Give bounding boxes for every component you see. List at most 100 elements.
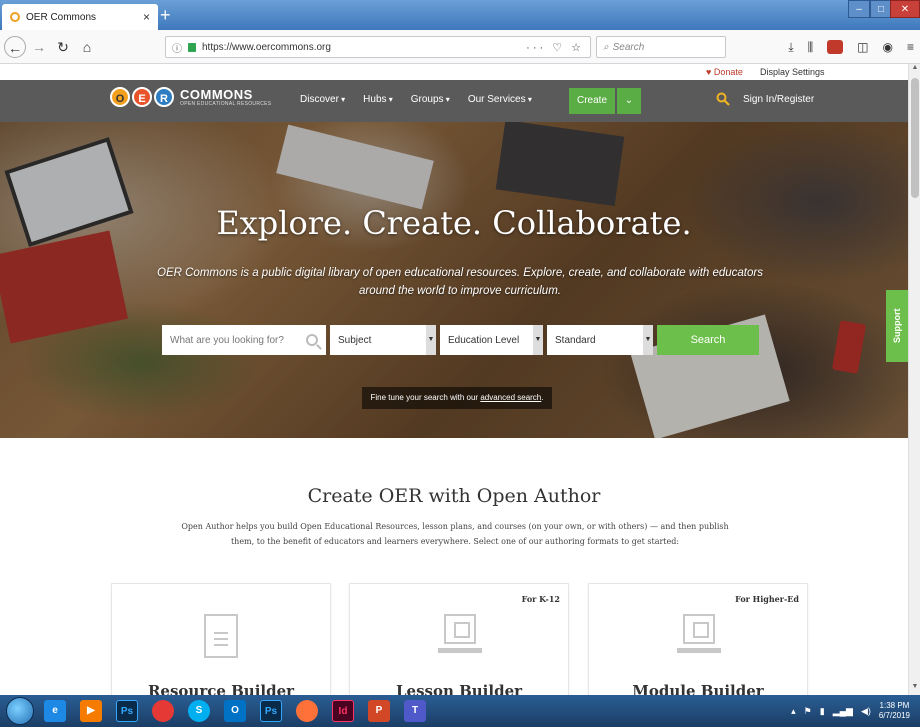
web-page: ♥ Donate Display Settings O E R COMMONS … (0, 64, 908, 695)
browser-tab[interactable]: OER Commons × (2, 4, 158, 30)
downloads-icon[interactable]: ⤓ (788, 40, 793, 55)
donate-link[interactable]: ♥ Donate (706, 67, 743, 77)
advanced-search-link[interactable]: advanced search (480, 393, 541, 402)
document-icon (204, 614, 238, 658)
volume-icon[interactable]: ◀) (861, 706, 871, 717)
indesign-icon[interactable]: Id (332, 700, 354, 722)
header-search-icon[interactable] (716, 92, 730, 106)
menu-hubs[interactable]: Hubs (363, 94, 393, 105)
browser-search-input[interactable]: ⌕ Search (596, 36, 726, 58)
back-icon[interactable]: ← (4, 36, 26, 58)
chevron-down-icon: ▼ (643, 325, 653, 355)
url-text[interactable]: https://www.oercommons.org (202, 42, 520, 53)
logo-letter-o: O (110, 87, 130, 107)
menu-icon[interactable]: ≡ (907, 40, 914, 55)
page-actions[interactable]: ··· ♡ ☆ (526, 41, 584, 54)
outlook-icon[interactable]: O (224, 700, 246, 722)
library-icon[interactable]: ⫼ (808, 40, 814, 55)
extension-icon[interactable]: ◉ (883, 40, 893, 55)
maximize-button[interactable]: □ (870, 0, 892, 18)
minimize-button[interactable]: – (848, 0, 870, 18)
tab-close-icon[interactable]: × (143, 10, 150, 24)
sign-in-link[interactable]: Sign In/Register (743, 94, 814, 105)
magnifier-icon (306, 334, 318, 346)
reload-icon[interactable]: ↻ (52, 36, 74, 58)
open-author-section: Create OER with Open Author Open Author … (0, 438, 908, 695)
sidebar-icon[interactable]: ◫ (857, 40, 868, 55)
advanced-suffix: . (541, 393, 544, 402)
network-icon[interactable]: ▮ (820, 706, 825, 717)
favicon-icon (10, 12, 20, 22)
forward-icon[interactable]: → (28, 36, 50, 58)
tray-arrow-icon[interactable]: ▴ (791, 706, 796, 717)
ie-icon[interactable]: e (44, 700, 66, 722)
scrollbar-thumb[interactable] (911, 78, 919, 198)
windows-taskbar: e ▶ Ps S O Ps Id P T ▴ ⚑ ▮ ▂▄▆ ◀) 1:38 P… (0, 695, 920, 727)
resource-builder-card[interactable]: Resource Builder (111, 583, 331, 695)
donate-label: Donate (713, 67, 743, 77)
card-title: Resource Builder (147, 682, 295, 695)
teams-icon[interactable]: T (404, 700, 426, 722)
search-placeholder: Search (612, 41, 645, 53)
photoshop-icon[interactable]: Ps (116, 700, 138, 722)
logo-text: COMMONS OPEN EDUCATIONAL RESOURCES (180, 88, 271, 107)
menu-our-services[interactable]: Our Services (468, 94, 532, 105)
education-level-value: Education Level (448, 334, 520, 346)
laptop-icon (677, 614, 721, 656)
menu-groups[interactable]: Groups (411, 94, 450, 105)
utility-bar: ♥ Donate Display Settings (0, 64, 908, 80)
standard-select[interactable]: Standard ▼ (547, 325, 653, 355)
tab-title: OER Commons (26, 11, 97, 23)
lesson-builder-card[interactable]: For K-12 Lesson Builder (349, 583, 569, 695)
chevron-down-icon: ▼ (533, 325, 543, 355)
hero-title: Explore. Create. Collaborate. (216, 204, 692, 242)
ublock-icon[interactable] (827, 40, 844, 54)
clock[interactable]: 1:38 PM 6/7/2019 (879, 701, 910, 721)
flag-icon[interactable]: ⚑ (804, 706, 812, 717)
module-builder-card[interactable]: For Higher-Ed Module Builder (588, 583, 808, 695)
hero-section: Explore. Create. Collaborate. OER Common… (0, 122, 908, 438)
site-header: O E R COMMONS OPEN EDUCATIONAL RESOURCES… (0, 80, 908, 122)
powerpoint-icon[interactable]: P (368, 700, 390, 722)
hero-subtitle: OER Commons is a public digital library … (157, 267, 763, 297)
create-button[interactable]: Create (569, 88, 615, 114)
media-player-icon[interactable]: ▶ (80, 700, 102, 722)
advanced-prefix: Fine tune your search with our (370, 393, 481, 402)
support-tab[interactable]: Support (886, 290, 908, 362)
chrome-icon[interactable] (152, 700, 174, 722)
subject-select[interactable]: Subject ▼ (330, 325, 436, 355)
new-tab-button[interactable]: + (160, 6, 171, 24)
logo-letter-r: R (154, 87, 174, 107)
hero-search-row: What are you looking for? Subject ▼ Educ… (162, 325, 759, 355)
close-window-button[interactable]: ✕ (890, 0, 920, 18)
main-menu: Discover Hubs Groups Our Services (300, 94, 532, 105)
open-author-title: Create OER with Open Author (307, 485, 601, 507)
url-bar[interactable]: ⓘ https://www.oercommons.org ··· ♡ ☆ (165, 36, 591, 58)
menu-discover[interactable]: Discover (300, 94, 345, 105)
hero-search-button[interactable]: Search (657, 325, 759, 355)
card-title: Module Builder (632, 682, 764, 695)
subject-select-value: Subject (338, 334, 372, 346)
hero-search-input[interactable]: What are you looking for? (162, 325, 326, 355)
logo-main-text: COMMONS (180, 86, 253, 102)
scroll-down-icon[interactable]: ▼ (909, 683, 920, 695)
card-badge: For Higher-Ed (735, 594, 799, 604)
site-logo[interactable]: O E R COMMONS OPEN EDUCATIONAL RESOURCES (110, 87, 271, 107)
start-button[interactable] (6, 697, 34, 725)
clock-date: 6/7/2019 (878, 711, 910, 720)
clock-time: 1:38 PM (879, 701, 910, 710)
system-tray: ▴ ⚑ ▮ ▂▄▆ ◀) 1:38 PM 6/7/2019 (791, 701, 910, 721)
browser-tabbar: OER Commons × + – □ ✕ (0, 0, 920, 30)
scroll-up-icon[interactable]: ▲ (909, 64, 920, 76)
page-scrollbar[interactable]: ▲ ▼ (908, 64, 920, 695)
photoshop-icon[interactable]: Ps (260, 700, 282, 722)
info-icon[interactable]: ⓘ (172, 40, 182, 55)
home-icon[interactable]: ⌂ (76, 36, 98, 58)
education-level-select[interactable]: Education Level ▼ (440, 325, 543, 355)
create-dropdown-chevron-icon[interactable]: ⌄ (617, 88, 641, 114)
skype-icon[interactable]: S (188, 700, 210, 722)
firefox-icon[interactable] (296, 700, 318, 722)
signal-icon[interactable]: ▂▄▆ (833, 706, 853, 717)
logo-letter-e: E (132, 87, 152, 107)
display-settings-link[interactable]: Display Settings (760, 67, 825, 77)
